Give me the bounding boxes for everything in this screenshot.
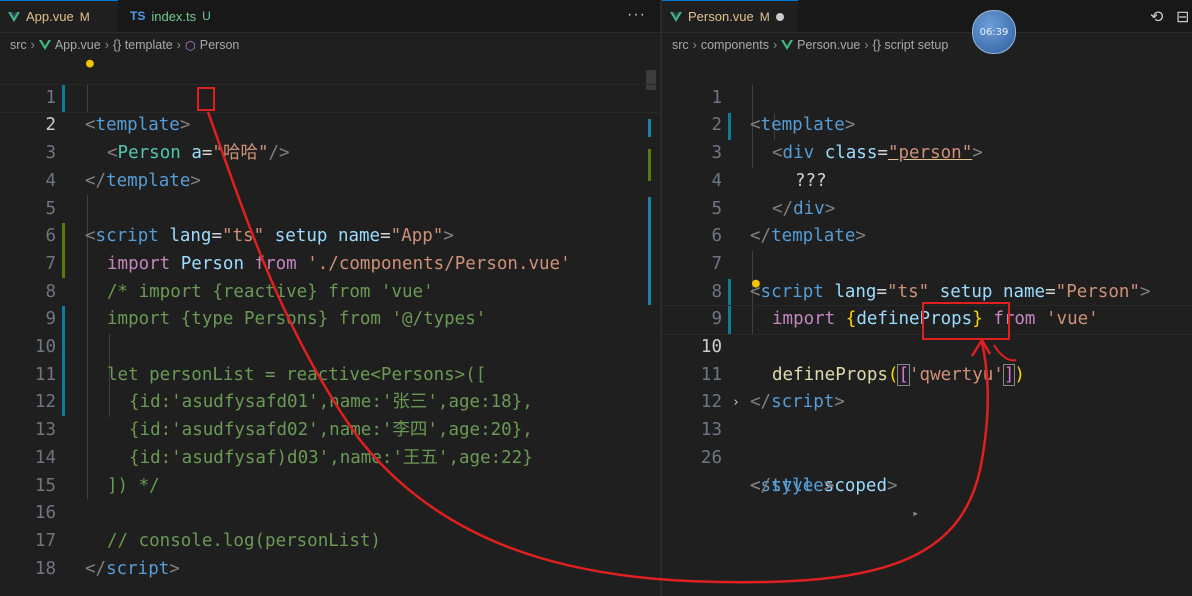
- annotation-arrow: [206, 111, 1017, 584]
